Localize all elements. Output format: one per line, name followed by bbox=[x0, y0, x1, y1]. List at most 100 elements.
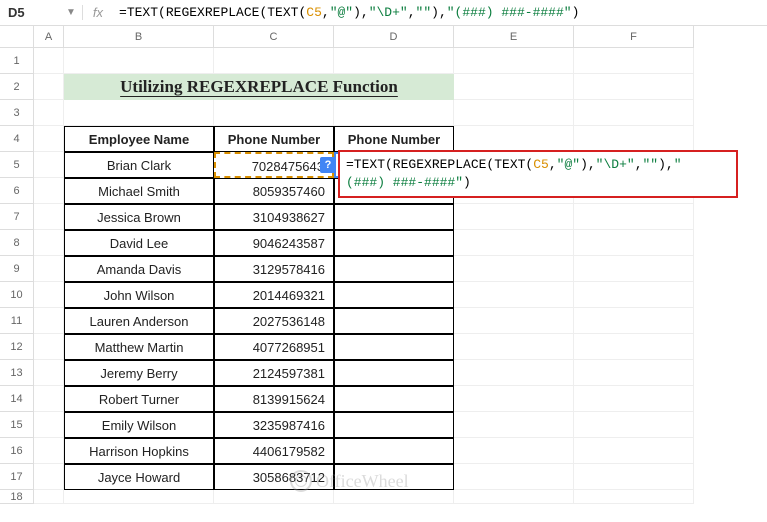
cell[interactable] bbox=[34, 360, 64, 386]
cell[interactable] bbox=[34, 256, 64, 282]
cell[interactable] bbox=[574, 334, 694, 360]
table-cell[interactable]: 4077268951 bbox=[214, 334, 334, 360]
table-cell[interactable]: Michael Smith bbox=[64, 178, 214, 204]
table-cell[interactable]: 9046243587 bbox=[214, 230, 334, 256]
cell[interactable] bbox=[454, 464, 574, 490]
cell[interactable] bbox=[454, 490, 574, 504]
cell[interactable] bbox=[214, 100, 334, 126]
table-cell[interactable]: 2027536148 bbox=[214, 308, 334, 334]
table-cell[interactable] bbox=[334, 256, 454, 282]
cell[interactable] bbox=[454, 334, 574, 360]
table-cell[interactable] bbox=[334, 438, 454, 464]
table-cell[interactable]: Harrison Hopkins bbox=[64, 438, 214, 464]
cell[interactable] bbox=[574, 74, 694, 100]
table-cell[interactable] bbox=[334, 334, 454, 360]
cell[interactable] bbox=[334, 490, 454, 504]
table-cell[interactable]: Jayce Howard bbox=[64, 464, 214, 490]
cell[interactable] bbox=[574, 308, 694, 334]
cell[interactable] bbox=[574, 282, 694, 308]
cell[interactable] bbox=[574, 230, 694, 256]
cell[interactable] bbox=[574, 464, 694, 490]
cell[interactable] bbox=[34, 334, 64, 360]
cell[interactable] bbox=[214, 48, 334, 74]
cell[interactable] bbox=[34, 74, 64, 100]
table-cell[interactable] bbox=[334, 412, 454, 438]
row-header[interactable]: 17 bbox=[0, 464, 34, 490]
table-header[interactable]: Phone Number bbox=[214, 126, 334, 152]
cell[interactable] bbox=[214, 490, 334, 504]
table-cell[interactable] bbox=[334, 386, 454, 412]
row-header[interactable]: 14 bbox=[0, 386, 34, 412]
row-header[interactable]: 16 bbox=[0, 438, 34, 464]
cell[interactable] bbox=[454, 256, 574, 282]
row-header[interactable]: 15 bbox=[0, 412, 34, 438]
select-all-corner[interactable] bbox=[0, 26, 34, 48]
cell[interactable] bbox=[454, 438, 574, 464]
cell[interactable] bbox=[574, 412, 694, 438]
cell[interactable] bbox=[34, 178, 64, 204]
row-header[interactable]: 5 bbox=[0, 152, 34, 178]
cell[interactable] bbox=[454, 360, 574, 386]
table-cell[interactable] bbox=[334, 360, 454, 386]
row-header[interactable]: 2 bbox=[0, 74, 34, 100]
name-box-dropdown-icon[interactable]: ▼ bbox=[60, 7, 82, 18]
formula-input[interactable]: =TEXT(REGEXREPLACE(TEXT(C5,"@"),"\D+",""… bbox=[113, 5, 767, 20]
table-cell[interactable]: 2124597381 bbox=[214, 360, 334, 386]
col-header[interactable]: C bbox=[214, 26, 334, 48]
cell[interactable] bbox=[454, 100, 574, 126]
row-header[interactable]: 12 bbox=[0, 334, 34, 360]
cell[interactable] bbox=[454, 386, 574, 412]
cell[interactable] bbox=[64, 48, 214, 74]
cell[interactable] bbox=[454, 204, 574, 230]
row-header[interactable]: 9 bbox=[0, 256, 34, 282]
table-cell[interactable]: 8059357460 bbox=[214, 178, 334, 204]
cell[interactable] bbox=[34, 490, 64, 504]
cell[interactable] bbox=[334, 100, 454, 126]
cell[interactable] bbox=[454, 412, 574, 438]
table-cell[interactable]: Jessica Brown bbox=[64, 204, 214, 230]
cell[interactable] bbox=[454, 230, 574, 256]
row-header[interactable]: 8 bbox=[0, 230, 34, 256]
cell[interactable] bbox=[34, 100, 64, 126]
cell[interactable] bbox=[454, 308, 574, 334]
cell[interactable] bbox=[454, 282, 574, 308]
cell[interactable] bbox=[34, 152, 64, 178]
table-header[interactable]: Phone Number bbox=[334, 126, 454, 152]
col-header[interactable]: E bbox=[454, 26, 574, 48]
cell[interactable] bbox=[574, 100, 694, 126]
table-cell[interactable]: 3129578416 bbox=[214, 256, 334, 282]
cell[interactable] bbox=[34, 204, 64, 230]
table-cell[interactable] bbox=[334, 204, 454, 230]
table-cell[interactable] bbox=[334, 308, 454, 334]
cell[interactable] bbox=[574, 386, 694, 412]
cell[interactable] bbox=[34, 48, 64, 74]
table-cell[interactable]: David Lee bbox=[64, 230, 214, 256]
col-header[interactable]: D bbox=[334, 26, 454, 48]
table-cell[interactable]: 3235987416 bbox=[214, 412, 334, 438]
row-header[interactable]: 1 bbox=[0, 48, 34, 74]
table-cell[interactable]: Emily Wilson bbox=[64, 412, 214, 438]
title-cell[interactable]: Utilizing REGEXREPLACE Function bbox=[64, 74, 454, 100]
row-header[interactable]: 4 bbox=[0, 126, 34, 152]
cell[interactable] bbox=[34, 438, 64, 464]
table-cell[interactable]: Jeremy Berry bbox=[64, 360, 214, 386]
cell[interactable] bbox=[454, 48, 574, 74]
cell[interactable] bbox=[574, 204, 694, 230]
cell[interactable] bbox=[34, 126, 64, 152]
cell[interactable] bbox=[574, 256, 694, 282]
cell[interactable] bbox=[34, 308, 64, 334]
cell[interactable] bbox=[34, 230, 64, 256]
table-cell[interactable]: 3104938627 bbox=[214, 204, 334, 230]
table-cell[interactable]: John Wilson bbox=[64, 282, 214, 308]
row-header[interactable]: 18 bbox=[0, 490, 34, 504]
cell[interactable] bbox=[34, 282, 64, 308]
table-header[interactable]: Employee Name bbox=[64, 126, 214, 152]
cell[interactable] bbox=[574, 438, 694, 464]
cell[interactable] bbox=[454, 126, 574, 152]
table-cell[interactable]: Lauren Anderson bbox=[64, 308, 214, 334]
cell[interactable] bbox=[334, 48, 454, 74]
cell[interactable] bbox=[574, 360, 694, 386]
row-header[interactable]: 13 bbox=[0, 360, 34, 386]
table-cell[interactable]: Matthew Martin bbox=[64, 334, 214, 360]
table-cell[interactable] bbox=[334, 282, 454, 308]
